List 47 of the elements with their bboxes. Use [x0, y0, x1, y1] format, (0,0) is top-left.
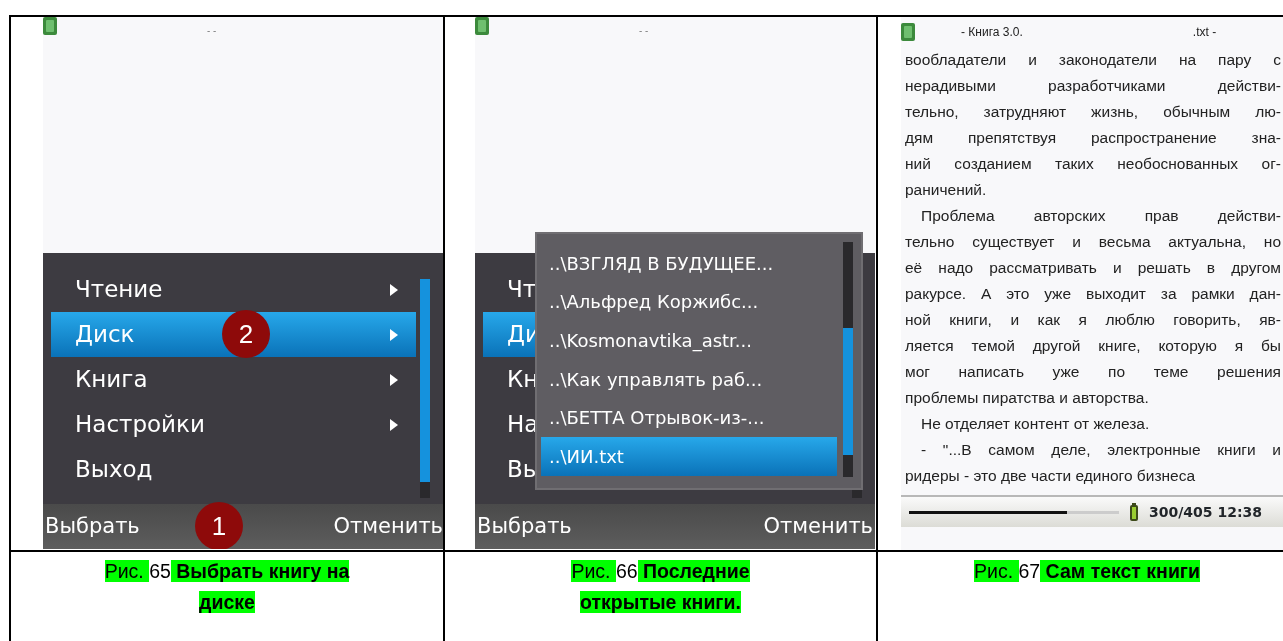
softkey-button[interactable]: Выбрать: [45, 510, 140, 543]
text-line: ракурсе. А это уже выходит за рамки дан-: [905, 284, 1281, 304]
text-line: дям препятствуя распространение зна-: [905, 128, 1281, 148]
caret-icon: [390, 418, 398, 431]
menu-item[interactable]: Книга: [51, 357, 416, 402]
menu-item[interactable]: ..\Как управлять раб...: [541, 359, 837, 399]
menu-item[interactable]: ..\Альфред Коржибс...: [541, 282, 837, 322]
app-icon: [43, 17, 57, 35]
text-line: ридеры - это две части единого бизнеса: [905, 466, 1197, 486]
softkey-button[interactable]: Отменить: [763, 510, 873, 543]
text-line: ний созданием таких необоснованных ог-: [905, 154, 1281, 174]
text-line: вообладатели и законодатели на пару с: [905, 50, 1281, 70]
text-line: нерадивыми разработчиками действи-: [905, 76, 1281, 96]
figure-caption: Рис. 67 Сам текст книги: [973, 559, 1201, 584]
document-title: - Книга 3.0.: [961, 24, 1023, 41]
figure-caption: Рис. 66 Последние открытые книги.: [570, 559, 751, 615]
text-line: мог написать уже по теме решения: [905, 362, 1281, 382]
text-line: тельно существует и весьма актуальна, но: [905, 232, 1281, 252]
softkey-button[interactable]: Отменить: [333, 510, 443, 543]
text-line: ной книги, и как я люблю говорить, яв-: [905, 310, 1281, 330]
menu-item[interactable]: Настройки: [51, 402, 416, 447]
app-icon: [901, 23, 915, 41]
caret-icon: [390, 283, 398, 296]
menu-item[interactable]: ..\Kosmonavtika_astr...: [541, 321, 837, 360]
text-line: тельно, затрудняют жизнь, обычным лю-: [905, 102, 1281, 122]
text-line: проблемы пиратства и авторства.: [905, 388, 1150, 408]
status-text: - -: [639, 25, 649, 37]
menu-item[interactable]: Чтение: [51, 267, 416, 312]
softkey-button[interactable]: Выбрать: [477, 510, 572, 543]
status-text: - -: [207, 25, 217, 37]
status-text: 300/405 12:38: [1149, 502, 1262, 522]
battery-icon: [1129, 503, 1139, 521]
menu-item[interactable]: ..\ВЗГЛЯД В БУДУЩЕЕ...: [541, 244, 837, 283]
app-icon: [475, 17, 489, 35]
caret-icon: [390, 328, 398, 341]
callout-marker: 1: [195, 502, 243, 549]
text-line: Не отделяет контент от железа.: [920, 414, 1151, 434]
text-line: - "...В самом деле, электронные книги и: [920, 440, 1281, 460]
menu-item[interactable]: ..\БЕТТА Отрывок-из-...: [541, 398, 837, 437]
text-line: её надо рассматривать и решать в другом: [905, 258, 1281, 278]
caret-icon: [390, 373, 398, 386]
document-title: .txt -: [1192, 24, 1217, 41]
text-line: Проблема авторских прав действи-: [920, 206, 1281, 226]
menu-item[interactable]: Выход: [51, 447, 416, 492]
text-line: раничений.: [905, 180, 988, 200]
text-line: ляется темой другой книге, которую я бы: [905, 336, 1281, 356]
menu-item[interactable]: ..\ИИ.txt: [541, 436, 837, 476]
